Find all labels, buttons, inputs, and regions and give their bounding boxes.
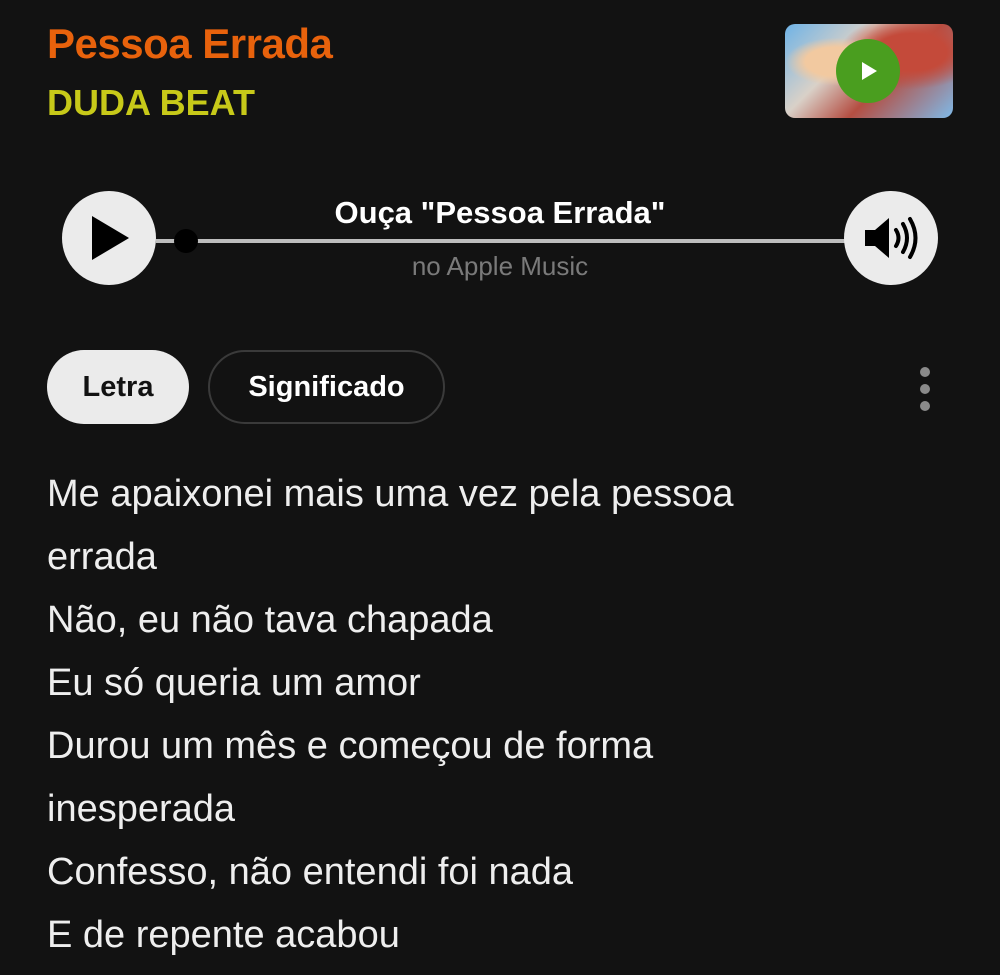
more-vertical-icon[interactable] [905, 367, 945, 411]
lyric-line: Durou um mês e começou de forma [47, 725, 654, 767]
lyrics: Me apaixonei mais uma vez pela pessoa er… [47, 463, 947, 967]
more-dot [920, 401, 930, 411]
artist-name[interactable]: DUDA BEAT [47, 82, 255, 124]
lyric-line: Não, eu não tava chapada [47, 599, 493, 641]
song-title: Pessoa Errada [47, 20, 333, 67]
tab-significado[interactable]: Significado [208, 350, 445, 424]
tab-letra[interactable]: Letra [47, 350, 189, 424]
lyric-line: Confesso, não entendi foi nada [47, 851, 574, 893]
lyric-line: Me apaixonei mais uma vez pela pessoa [47, 473, 734, 515]
lyric-line: errada [47, 536, 157, 578]
progress-track[interactable] [156, 239, 846, 243]
lyric-line: E de repente acabou [47, 914, 400, 956]
video-thumbnail[interactable] [785, 24, 953, 118]
lyric-line: Eu só queria um amor [47, 662, 421, 704]
lyric-line: inesperada [47, 788, 236, 830]
more-dot [920, 367, 930, 377]
play-icon [862, 62, 877, 80]
volume-button[interactable] [844, 191, 938, 285]
thumbnail-play-button[interactable] [836, 39, 900, 103]
volume-icon [865, 217, 918, 259]
more-dot [920, 384, 930, 394]
progress-knob[interactable] [174, 229, 198, 253]
